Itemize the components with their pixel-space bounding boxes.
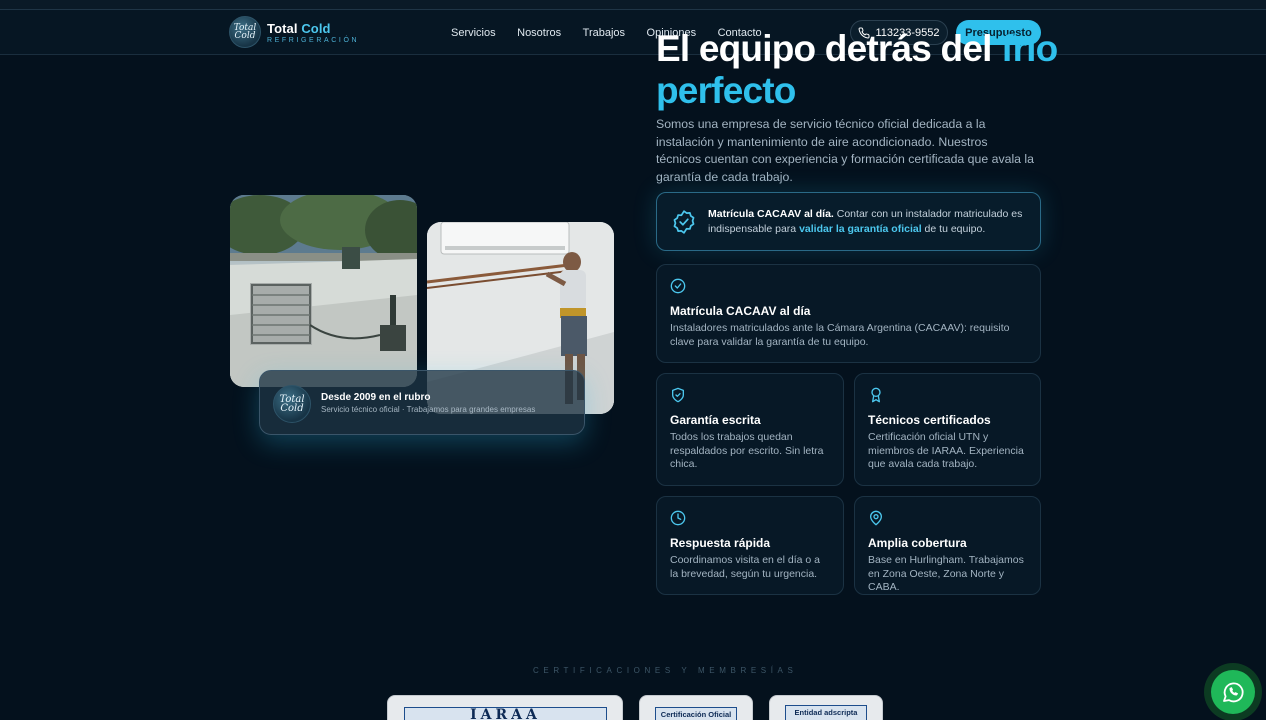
garantia-link[interactable]: validar la garantía oficial bbox=[799, 223, 922, 235]
whatsapp-button-inner bbox=[1211, 670, 1255, 714]
feature-card-cobertura: Amplia cobertura Base en Hurlingham. Tra… bbox=[854, 496, 1041, 595]
experience-caption: Total Cold Desde 2009 en el rubro Servic… bbox=[259, 370, 585, 435]
caption-title: Desde 2009 en el rubro bbox=[321, 392, 431, 403]
whatsapp-icon bbox=[1223, 682, 1244, 703]
whatsapp-button[interactable] bbox=[1204, 663, 1262, 720]
highlight-text-after: de tu equipo. bbox=[921, 223, 986, 235]
cert-adscripta-label: Entidad adscripta bbox=[785, 705, 867, 720]
feature-title: Garantía escrita bbox=[670, 413, 761, 427]
feature-title: Respuesta rápida bbox=[670, 536, 771, 550]
feature-title: Matrícula CACAAV al día bbox=[670, 304, 811, 318]
rooftop-condenser-photo bbox=[230, 195, 417, 387]
cert-card-iaraa[interactable]: IARAA bbox=[387, 695, 623, 720]
caption-logo-badge: Total Cold bbox=[273, 385, 311, 423]
brand-name-part1: Total bbox=[267, 20, 298, 36]
cacaav-highlight: Matrícula CACAAV al día. Contar con un i… bbox=[656, 192, 1041, 251]
feature-card-tecnicos: Técnicos certificados Certificación ofic… bbox=[854, 373, 1041, 486]
certifications-label: CERTIFICACIONES Y MEMBRESÍAS bbox=[533, 666, 798, 675]
badge-check-icon bbox=[673, 210, 695, 234]
highlight-text: Matrícula CACAAV al día. Contar con un i… bbox=[708, 207, 1028, 237]
heading-accent-1: frío bbox=[1001, 28, 1058, 69]
logo-badge: Total Cold bbox=[229, 16, 261, 48]
award-icon bbox=[871, 387, 881, 403]
map-pin-icon bbox=[870, 510, 882, 526]
brand-name-part2: Cold bbox=[301, 20, 331, 36]
intro-paragraph: Somos una empresa de servicio técnico of… bbox=[656, 117, 1035, 184]
check-circle-icon bbox=[670, 278, 686, 294]
rooftop-photo-art bbox=[230, 195, 417, 387]
feature-title: Técnicos certificados bbox=[868, 413, 991, 427]
feature-card-respuesta: Respuesta rápida Coordinamos visita en e… bbox=[656, 496, 844, 595]
shield-check-icon bbox=[672, 387, 684, 403]
cert-oficial-label: Certificación Oficial bbox=[655, 707, 737, 720]
logo-text: Total Cold REFRIGERACIÓN bbox=[267, 21, 359, 44]
cert-iaraa-logo: IARAA bbox=[404, 707, 607, 720]
brand-tagline: REFRIGERACIÓN bbox=[267, 36, 360, 44]
heading-accent-2: perfecto bbox=[656, 70, 796, 111]
page-title: El equipo detrás del frío perfecto bbox=[656, 28, 1076, 112]
logo[interactable]: Total Cold Total Cold REFRIGERACIÓN bbox=[229, 16, 359, 48]
brand-name: Total Cold bbox=[267, 21, 359, 36]
heading-line1: El equipo detrás del bbox=[656, 28, 1002, 69]
nav-link-nosotros[interactable]: Nosotros bbox=[517, 27, 561, 39]
site-header: Total Cold Total Cold REFRIGERACIÓN Serv… bbox=[0, 9, 1266, 55]
nav-link-trabajos[interactable]: Trabajos bbox=[583, 27, 625, 39]
cert-card-adscripta[interactable]: Entidad adscripta bbox=[769, 695, 883, 720]
highlight-bold: Matrícula CACAAV al día. bbox=[708, 208, 834, 220]
cert-card-oficial[interactable]: Certificación Oficial bbox=[639, 695, 753, 720]
feature-desc: Base en Hurlingham. Trabajamos en Zona O… bbox=[868, 554, 1024, 593]
feature-desc: Coordinamos visita en el día o a la brev… bbox=[670, 554, 820, 580]
feature-title: Amplia cobertura bbox=[868, 536, 967, 550]
clock-icon bbox=[670, 510, 686, 526]
feature-card-matricula: Matrícula CACAAV al día Instaladores mat… bbox=[656, 264, 1041, 363]
feature-desc: Certificación oficial UTN y miembros de … bbox=[868, 431, 1024, 470]
nav-link-servicios[interactable]: Servicios bbox=[451, 27, 496, 39]
feature-desc: Instaladores matriculados ante la Cámara… bbox=[670, 322, 1010, 348]
feature-desc: Todos los trabajos quedan respaldados po… bbox=[670, 431, 824, 470]
feature-card-garantia: Garantía escrita Todos los trabajos qued… bbox=[656, 373, 844, 486]
caption-subtitle: Servicio técnico oficial · Trabajamos pa… bbox=[321, 405, 536, 414]
top-strip bbox=[0, 0, 1266, 9]
